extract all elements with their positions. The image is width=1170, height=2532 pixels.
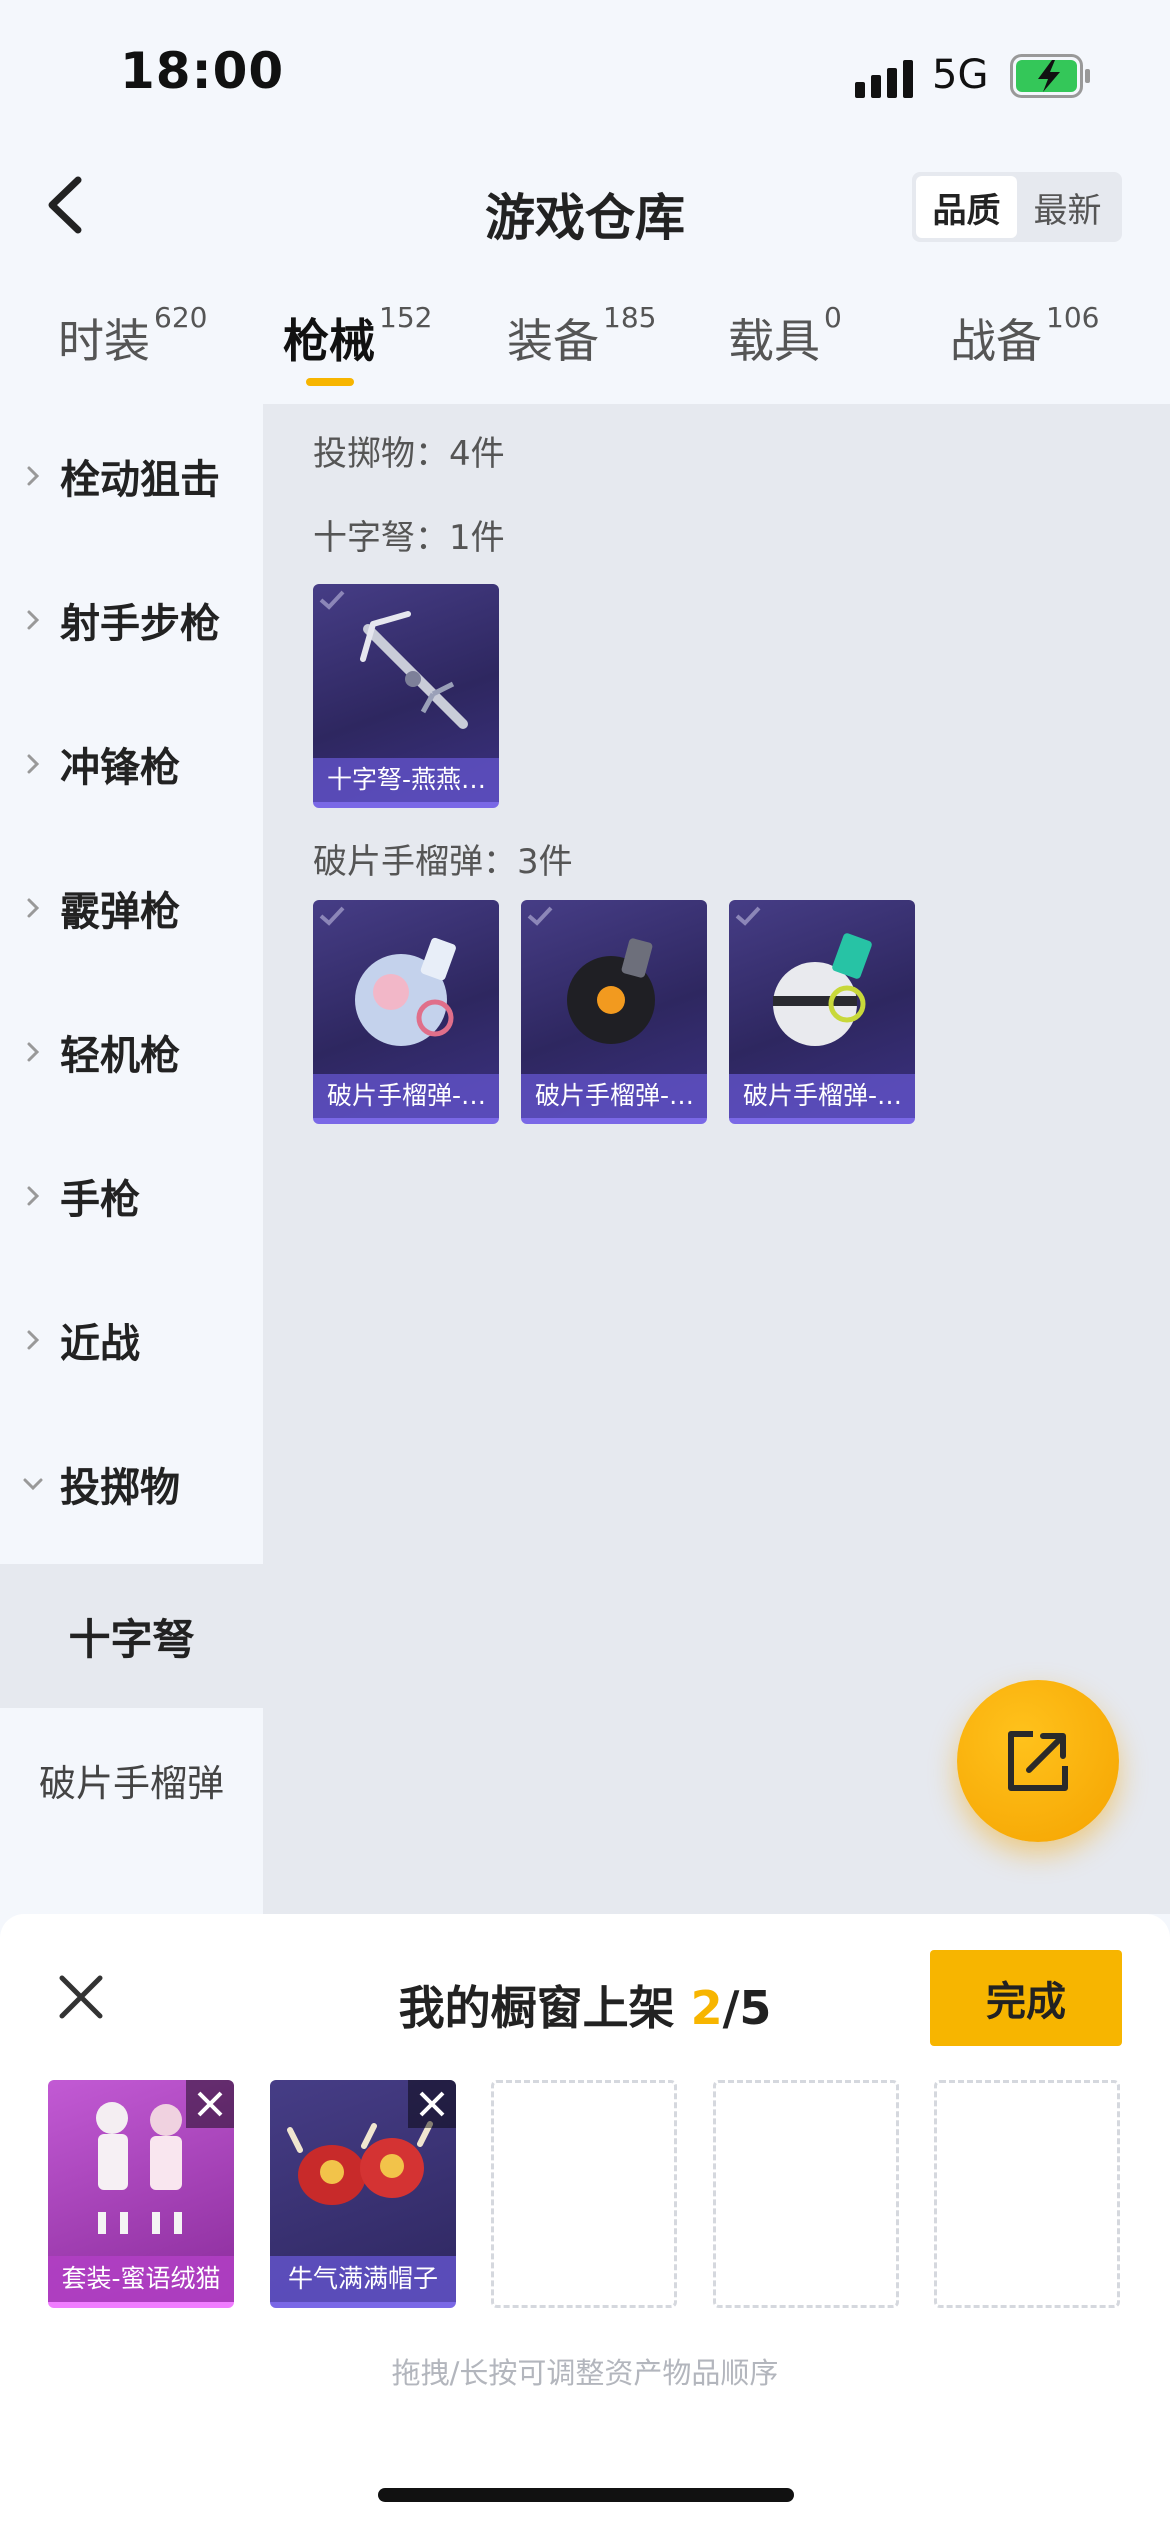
chevron-right-icon — [27, 610, 40, 630]
section-label-crossbow: 十字弩：1件 — [313, 518, 505, 558]
checkmark-icon — [319, 590, 345, 610]
section-label-frag-grenade: 破片手榴弹：3件 — [313, 842, 573, 882]
sidebar-item-label: 霰弹枪 — [60, 889, 180, 935]
tab-label: 枪械 — [283, 314, 375, 368]
slot-item-name: 套装-蜜语绒猫 — [48, 2256, 234, 2302]
sidebar-item-throwables[interactable]: 投掷物 — [0, 1412, 263, 1556]
chevron-right-icon — [27, 754, 40, 774]
group-label: 投掷物：4件 — [313, 434, 505, 474]
tab-label: 载具 — [728, 314, 820, 368]
showcase-total: /5 — [722, 1981, 772, 2035]
tab-label: 装备 — [507, 314, 599, 368]
tab-label: 战备 — [950, 314, 1042, 368]
chevron-right-icon — [27, 1186, 40, 1206]
chevron-right-icon — [27, 898, 40, 918]
sidebar-item-lmg[interactable]: 轻机枪 — [0, 980, 263, 1124]
empty-showcase-slot[interactable] — [713, 2080, 899, 2308]
sidebar-item-marksman-rifle[interactable]: 射手步枪 — [0, 548, 263, 692]
tab-count: 0 — [824, 301, 842, 334]
tab-count: 185 — [603, 301, 657, 334]
chevron-right-icon — [27, 1042, 40, 1062]
checkmark-icon — [527, 906, 553, 926]
share-icon — [1008, 1731, 1068, 1791]
tab-count: 106 — [1046, 301, 1100, 334]
tab-count: 152 — [379, 301, 433, 334]
network-type: 5G — [932, 52, 989, 98]
item-card-frag-grenade[interactable]: 破片手榴弹-… — [521, 900, 707, 1124]
tab-count: 620 — [154, 301, 208, 334]
sidebar-item-bolt-sniper[interactable]: 栓动狙击 — [0, 404, 263, 548]
sidebar-item-label: 近战 — [60, 1321, 140, 1367]
chevron-right-icon — [27, 466, 40, 486]
empty-showcase-slot[interactable] — [934, 2080, 1120, 2308]
tab-equipment[interactable]: 装备 185 — [507, 301, 656, 371]
item-card-frag-grenade[interactable]: 破片手榴弹-… — [313, 900, 499, 1124]
tab-label: 时装 — [58, 314, 150, 368]
sidebar-item-label: 射手步枪 — [60, 601, 220, 647]
sidebar-subitem-crossbow[interactable]: 十字弩 — [0, 1564, 263, 1708]
tab-firearms[interactable]: 枪械 152 — [283, 301, 432, 371]
showcase-title-text: 我的橱窗上架 — [398, 1981, 675, 2035]
remove-item-button[interactable] — [186, 2080, 234, 2128]
tab-vehicles[interactable]: 载具 0 — [728, 301, 842, 371]
sidebar-item-smg[interactable]: 冲锋枪 — [0, 692, 263, 836]
signal-icon — [855, 60, 913, 98]
slot-item-name: 牛气满满帽子 — [270, 2256, 456, 2302]
chevron-down-icon — [23, 1478, 43, 1491]
sort-option-newest[interactable]: 最新 — [1017, 176, 1118, 238]
close-icon — [419, 2091, 445, 2117]
share-fab-button[interactable] — [957, 1680, 1119, 1842]
item-card-crossbow[interactable]: 十字弩-燕燕… — [313, 584, 499, 808]
showcase-count: 2 — [690, 1981, 723, 2035]
remove-item-button[interactable] — [408, 2080, 456, 2128]
tab-fashion[interactable]: 时装 620 — [58, 301, 207, 371]
battery-charging-icon — [1010, 54, 1090, 98]
reorder-hint: 拖拽/长按可调整资产物品顺序 — [391, 2356, 779, 2390]
sort-toggle[interactable]: 品质 最新 — [912, 172, 1122, 242]
sidebar-item-melee[interactable]: 近战 — [0, 1268, 263, 1412]
home-indicator[interactable] — [378, 2488, 794, 2502]
showcase-slot[interactable]: 牛气满满帽子 — [270, 2080, 456, 2308]
sidebar-item-label: 栓动狙击 — [60, 457, 220, 503]
sidebar-subitem-frag-grenade[interactable]: 破片手榴弹 — [0, 1708, 263, 1852]
checkmark-icon — [735, 906, 761, 926]
item-name: 破片手榴弹-… — [313, 1074, 499, 1118]
chevron-right-icon — [27, 1330, 40, 1350]
empty-showcase-slot[interactable] — [491, 2080, 677, 2308]
sidebar-item-label: 冲锋枪 — [60, 745, 180, 791]
showcase-slot[interactable]: 套装-蜜语绒猫 — [48, 2080, 234, 2308]
sidebar-item-shotgun[interactable]: 霰弹枪 — [0, 836, 263, 980]
tab-tactical[interactable]: 战备 106 — [950, 301, 1099, 371]
sidebar-item-pistol[interactable]: 手枪 — [0, 1124, 263, 1268]
sidebar-item-label: 轻机枪 — [60, 1033, 180, 1079]
item-name: 破片手榴弹-… — [729, 1074, 915, 1118]
active-tab-indicator — [306, 378, 354, 386]
status-time: 18:00 — [120, 42, 285, 100]
category-sidebar: 栓动狙击 射手步枪 冲锋枪 霰弹枪 轻机枪 手枪 近战 投掷物 十字弩 破片手榴… — [0, 404, 263, 1914]
sidebar-item-label: 投掷物 — [60, 1465, 180, 1511]
sidebar-item-label: 手枪 — [60, 1177, 140, 1223]
sort-option-quality[interactable]: 品质 — [916, 176, 1017, 238]
item-name: 十字弩-燕燕… — [313, 758, 499, 802]
close-icon — [197, 2091, 223, 2117]
item-card-frag-grenade[interactable]: 破片手榴弹-… — [729, 900, 915, 1124]
item-name: 破片手榴弹-… — [521, 1074, 707, 1118]
done-button[interactable]: 完成 — [930, 1950, 1122, 2046]
checkmark-icon — [319, 906, 345, 926]
